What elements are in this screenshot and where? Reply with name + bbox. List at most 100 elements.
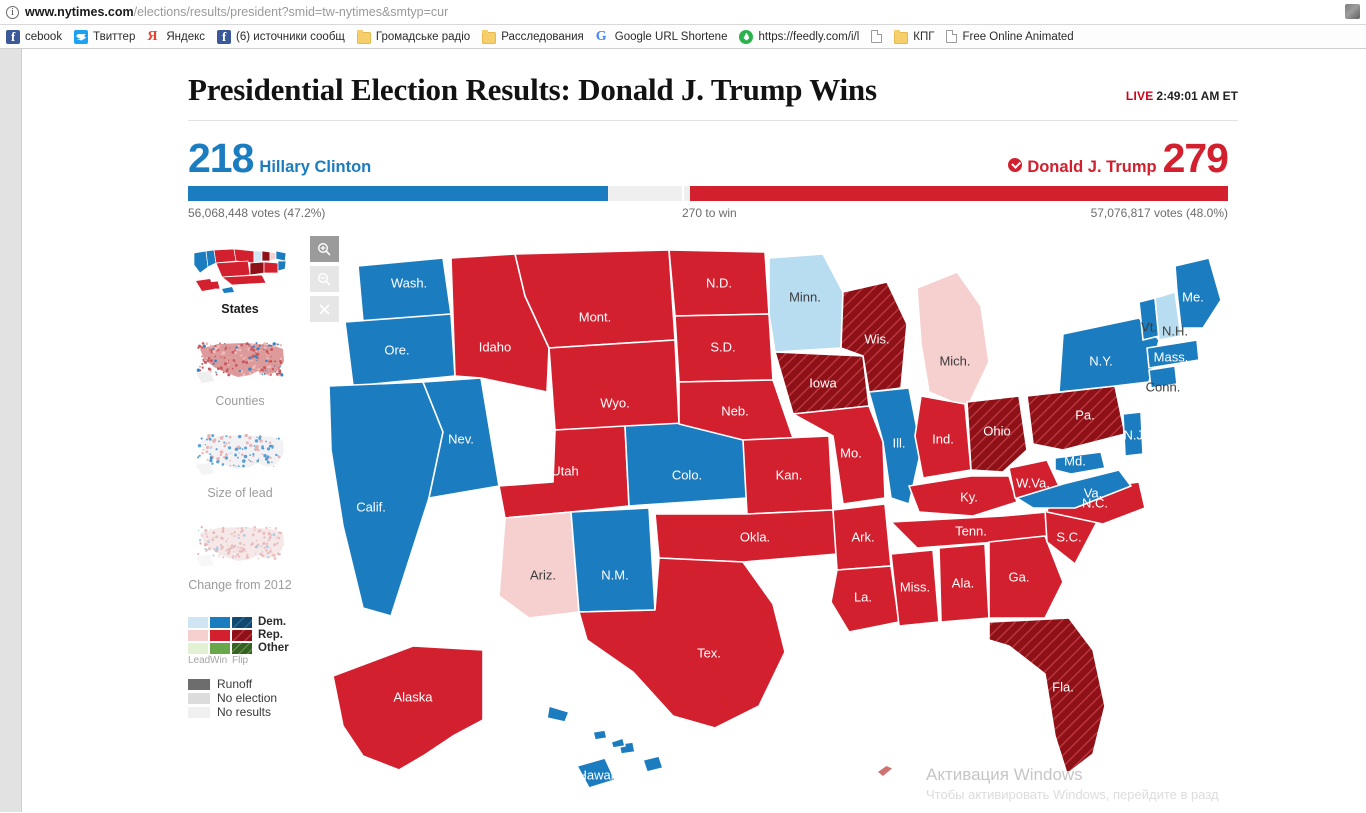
bookmark-label: Google URL Shortene xyxy=(615,31,728,43)
live-status: LIVE 2:49:01 AM ET xyxy=(1126,89,1238,105)
bookmark-label: Громадське радіо xyxy=(376,31,470,43)
legend-swatch-lead xyxy=(188,630,208,641)
bookmark-item[interactable]: https://feedly.com/i/l xyxy=(733,27,865,47)
legend-scale-label: Win xyxy=(210,655,232,666)
twitter-icon xyxy=(74,30,88,44)
candidate-democrat[interactable]: 218 Hillary Clinton xyxy=(188,138,371,179)
browser-chrome: i www.nytimes.com/elections/results/pres… xyxy=(0,0,1366,49)
map-state-label: Idaho xyxy=(479,339,512,354)
legend-party-label: Dem. xyxy=(258,616,286,628)
windows-activation-watermark: Активация Windows Чтобы активировать Win… xyxy=(926,764,1226,804)
map-area: States Counties Size of lead Change from 20… xyxy=(188,236,1238,796)
map-state-alaska[interactable] xyxy=(333,646,483,770)
map-thumb-size-of-lead-label: Size of lead xyxy=(188,486,292,500)
results-summary: 218 Hillary Clinton Donald J. Trump 279 … xyxy=(188,138,1228,222)
legend-party-label: Rep. xyxy=(258,629,283,641)
map-state-label: N.M. xyxy=(601,567,628,582)
legend-status-row: No results xyxy=(188,705,304,719)
page-left-border xyxy=(21,49,22,812)
legend-status-label: No results xyxy=(217,705,271,719)
map-state-ariz[interactable] xyxy=(499,512,579,618)
map-state-label: N.H. xyxy=(1162,323,1188,338)
windows-watermark-subtitle: Чтобы активировать Windows, перейдите в … xyxy=(926,786,1226,804)
yandex-icon xyxy=(147,30,161,44)
bookmark-label: Твиттер xyxy=(93,31,135,43)
map-state-label: Tex. xyxy=(697,645,721,660)
map-thumb-states[interactable]: States xyxy=(188,236,292,316)
legend-swatch-lead xyxy=(188,617,208,628)
headline-divider xyxy=(188,120,1238,121)
map-state-label: Wash. xyxy=(391,275,427,290)
map-thumb-counties[interactable]: Counties xyxy=(188,328,292,408)
electoral-bar-democrat xyxy=(188,186,608,201)
extension-icon[interactable] xyxy=(1345,4,1360,19)
map-state-label: Nev. xyxy=(448,431,474,446)
map-state-label: Neb. xyxy=(721,403,748,418)
majority-threshold-marker xyxy=(682,186,684,201)
bookmark-item[interactable] xyxy=(865,27,888,47)
map-state-fla[interactable] xyxy=(989,618,1105,774)
map-state-wyo[interactable] xyxy=(549,340,679,430)
map-thumb-change-from-2012[interactable]: Change from 2012 xyxy=(188,512,292,592)
feedly-icon xyxy=(739,30,753,44)
bookmark-item[interactable]: Громадське радіо xyxy=(351,27,476,47)
map-state-label: Ky. xyxy=(960,489,978,504)
legend-party-rows: Dem. Rep. Other xyxy=(188,616,304,654)
dem-electoral-votes: 218 xyxy=(188,138,253,178)
map-state-label: Minn. xyxy=(789,289,821,304)
url-text: www.nytimes.com/elections/results/presid… xyxy=(25,5,448,19)
legend-status-rows: Runoff No election No results xyxy=(188,677,304,719)
map-state-calif[interactable] xyxy=(329,382,443,616)
map-state-label: Wyo. xyxy=(600,395,630,410)
map-thumb-counties-image xyxy=(188,328,292,390)
map-state-label: Ohio xyxy=(983,423,1010,438)
legend-row: Dem. xyxy=(188,616,304,628)
map-state-islet xyxy=(611,738,625,748)
map-state-nm[interactable] xyxy=(571,508,655,612)
bookmark-item[interactable]: (6) источники сообщ xyxy=(211,27,351,47)
bookmark-item[interactable]: Твиттер xyxy=(68,27,141,47)
candidate-republican[interactable]: Donald J. Trump 279 xyxy=(1008,138,1228,179)
bookmark-label: https://feedly.com/i/l xyxy=(758,31,859,43)
map-state-label: Colo. xyxy=(672,467,702,482)
legend-swatch-win xyxy=(210,643,230,654)
dem-candidate-name: Hillary Clinton xyxy=(259,158,371,177)
rep-electoral-votes: 279 xyxy=(1163,138,1228,178)
address-bar[interactable]: i www.nytimes.com/elections/results/pres… xyxy=(0,0,1366,25)
legend-swatch-lead xyxy=(188,643,208,654)
legend-status-row: Runoff xyxy=(188,677,304,691)
windows-watermark-title: Активация Windows xyxy=(926,764,1226,786)
article-content: Presidential Election Results: Donald J.… xyxy=(188,49,1238,812)
page-title: Presidential Election Results: Donald J.… xyxy=(188,72,877,108)
bar-labels: 56,068,448 votes (47.2%) 270 to win 57,0… xyxy=(188,206,1228,222)
bookmark-item[interactable]: КПГ xyxy=(888,27,940,47)
url-domain: www.nytimes.com xyxy=(25,5,134,19)
google-icon xyxy=(596,30,610,44)
bookmark-item[interactable]: cebook xyxy=(0,27,68,47)
map-state-label: Hawaii xyxy=(577,767,616,782)
bookmark-item[interactable]: Free Online Animated xyxy=(940,27,1079,47)
rep-candidate-name: Donald J. Trump xyxy=(1027,158,1156,177)
bookmark-label: Яндекс xyxy=(166,31,205,43)
bookmark-item[interactable]: Яндекс xyxy=(141,27,211,47)
electoral-vote-bar xyxy=(188,186,1228,201)
map-state-label: Utah xyxy=(551,463,578,478)
map-thumb-size-of-lead-image xyxy=(188,420,292,482)
dem-popular-votes: 56,068,448 votes (47.2%) xyxy=(188,206,325,220)
map-state-label: Alaska xyxy=(393,689,433,704)
map-state-label: Iowa xyxy=(809,375,837,390)
bookmark-item[interactable]: Google URL Shortene xyxy=(590,27,734,47)
map-state-mich[interactable] xyxy=(917,272,989,408)
legend-swatch-win xyxy=(210,630,230,641)
map-state-label: La. xyxy=(854,589,872,604)
legend-status-swatch xyxy=(188,679,210,690)
info-icon[interactable]: i xyxy=(6,6,19,19)
map-state-label: W.Va. xyxy=(1016,475,1050,490)
legend-swatch-win xyxy=(210,617,230,628)
map-thumb-size-of-lead[interactable]: Size of lead xyxy=(188,420,292,500)
legend-scale-label: Lead xyxy=(188,655,210,666)
map-state-label: Ga. xyxy=(1009,569,1030,584)
map-state-label: Ala. xyxy=(952,575,974,590)
bookmark-item[interactable]: Расследования xyxy=(476,27,590,47)
us-election-map[interactable]: Wash. Ore. Calif. Nev. Idaho Mont. Wyo. Utah Col… xyxy=(303,236,1238,796)
